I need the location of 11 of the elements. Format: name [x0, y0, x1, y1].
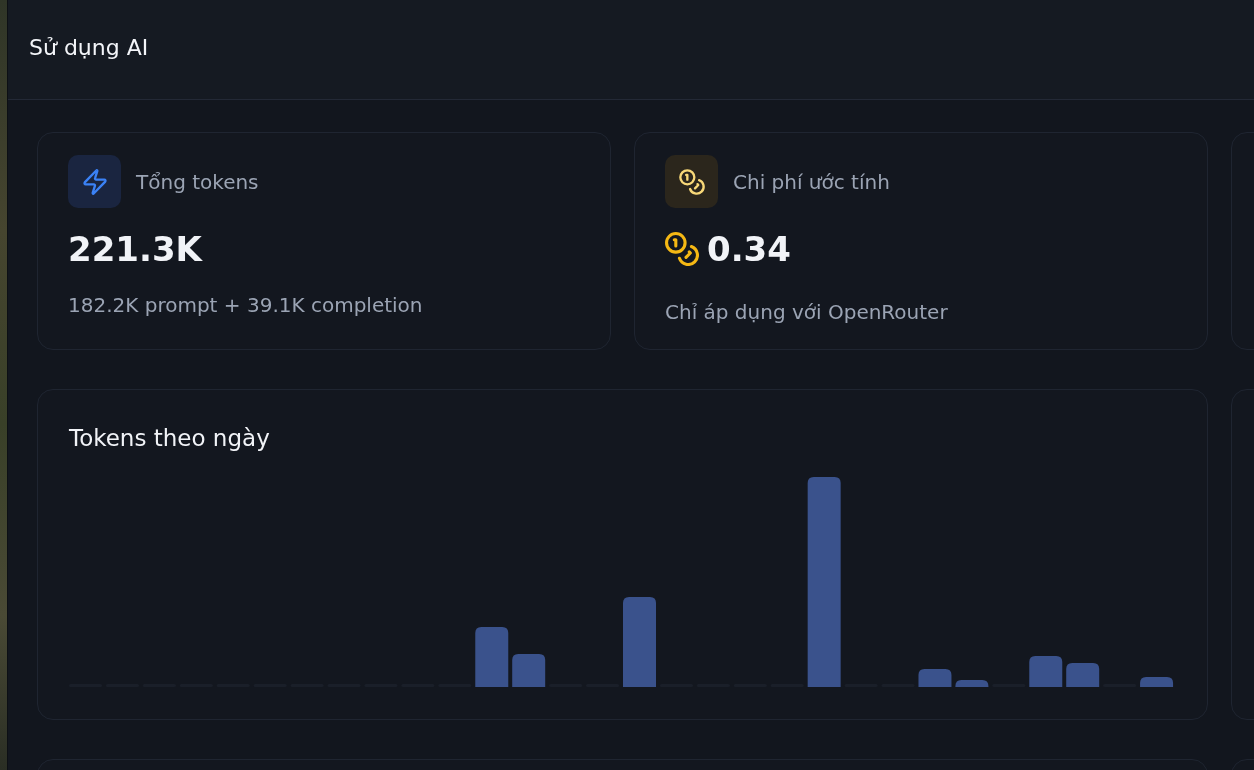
stat-label: Chi phí ước tính	[733, 169, 890, 194]
page-title: Sử dụng AI	[29, 35, 149, 60]
stat-detail: 182.2K prompt + 39.1K completion	[68, 292, 424, 319]
stat-label: Tổng tokens	[136, 169, 259, 194]
coins-icon	[665, 232, 699, 266]
chart-title: Tokens theo ngày	[69, 424, 271, 452]
coins-icon	[665, 155, 718, 208]
lightning-bolt-icon	[68, 155, 121, 208]
stat-value: 0.34	[707, 228, 791, 271]
stat-value: 221.3K	[68, 228, 202, 271]
stat-detail: Chỉ áp dụng với OpenRouter	[665, 299, 949, 326]
